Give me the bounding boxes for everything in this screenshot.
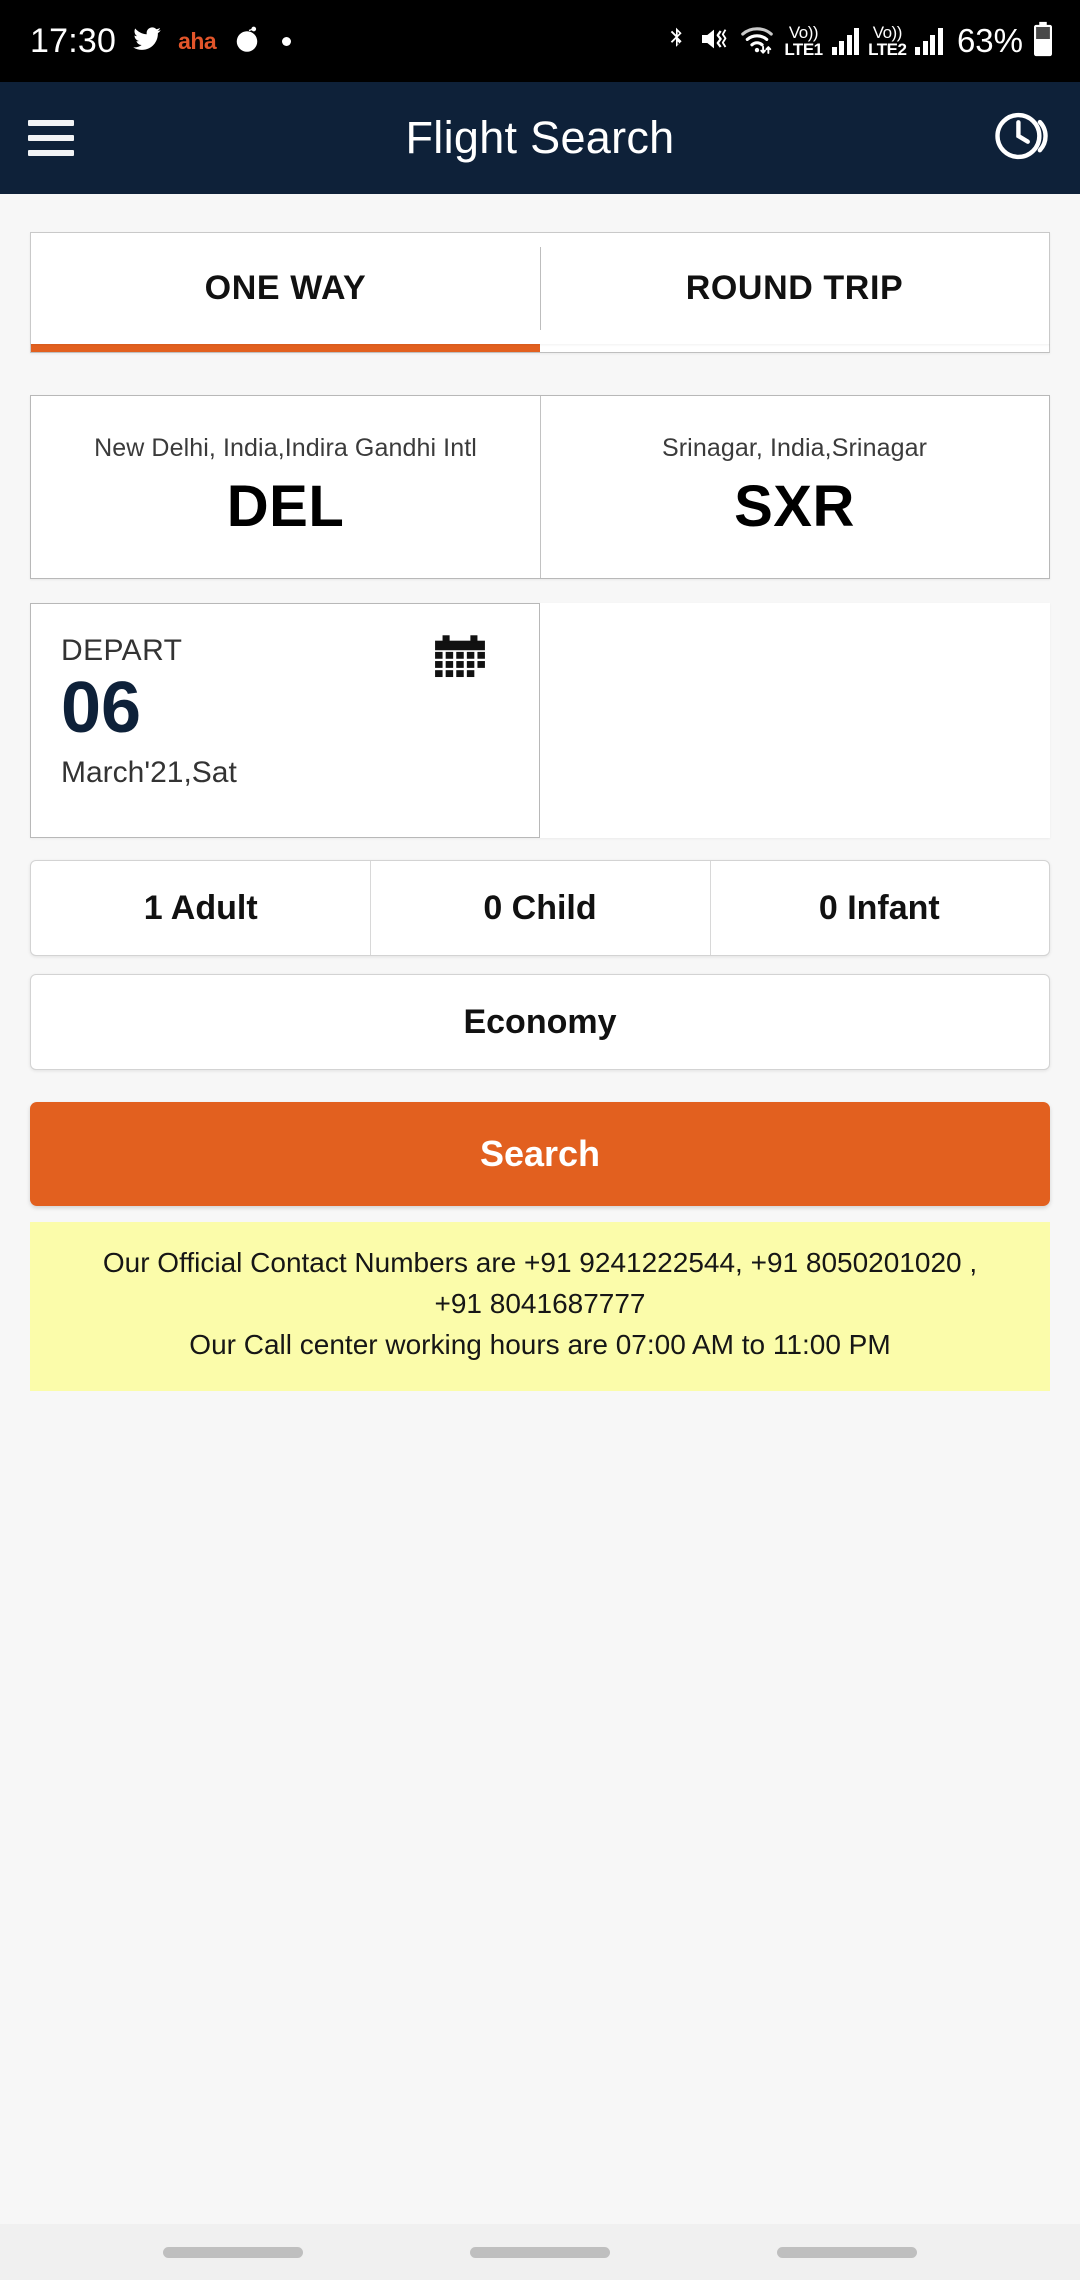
battery-icon xyxy=(1032,21,1054,62)
reddit-icon xyxy=(230,24,264,59)
infant-count-selector[interactable]: 0 Infant xyxy=(709,861,1049,955)
return-date-selector xyxy=(540,603,1050,838)
status-bar-right: Vo)) LTE1 Vo)) LTE2 63% xyxy=(663,21,1054,62)
phone-screen: 17:30 aha Vo)) LTE1 Vo)) LTE2 63% Flight… xyxy=(0,0,1080,2280)
tab-active-indicator xyxy=(31,344,540,352)
recents-pill[interactable] xyxy=(163,2246,304,2258)
date-selector-row: DEPART 06 March'21,Sat xyxy=(30,603,1050,838)
booking-history-clock-icon[interactable] xyxy=(990,105,1052,172)
origin-airport-selector[interactable]: New Delhi, India,Indira Gandhi Intl DEL xyxy=(31,396,540,578)
trip-type-tabs: ONE WAY ROUND TRIP xyxy=(30,232,1050,344)
travel-class-selector[interactable]: Economy xyxy=(30,974,1050,1070)
signal-sim1-icon xyxy=(831,27,860,55)
tab-round-trip[interactable]: ROUND TRIP xyxy=(540,233,1049,344)
notification-dot xyxy=(282,36,292,46)
page-title: Flight Search xyxy=(405,112,675,163)
search-button[interactable]: Search xyxy=(30,1102,1050,1206)
notice-line-2: +91 8041687777 xyxy=(434,1288,646,1320)
app-bar: Flight Search xyxy=(0,82,1080,194)
signal-sim2-icon xyxy=(915,27,943,55)
notice-line-3: Our Call center working hours are 07:00 … xyxy=(189,1329,891,1361)
destination-airport-code: SXR xyxy=(734,474,855,539)
tab-underline-row xyxy=(30,344,1050,353)
twitter-icon xyxy=(130,24,164,59)
vibrate-mute-icon xyxy=(698,23,730,60)
status-bar-left: 17:30 aha xyxy=(30,21,292,61)
calendar-icon xyxy=(433,634,487,691)
hamburger-menu-icon[interactable] xyxy=(28,114,74,162)
volte-sim1-icon: Vo)) LTE1 xyxy=(784,23,823,59)
system-navigation-bar xyxy=(0,2224,1080,2280)
child-count-selector[interactable]: 0 Child xyxy=(370,861,709,955)
destination-airport-city: Srinagar, India,Srinagar xyxy=(661,434,928,462)
back-pill[interactable] xyxy=(776,2246,917,2258)
origin-airport-code: DEL xyxy=(226,474,345,539)
adult-count-selector[interactable]: 1 Adult xyxy=(31,861,370,955)
origin-airport-city: New Delhi, India,Indira Gandhi Intl xyxy=(94,434,477,462)
contact-notice-banner: Our Official Contact Numbers are +91 924… xyxy=(30,1222,1050,1392)
notice-line-1: Our Official Contact Numbers are +91 924… xyxy=(102,1247,978,1278)
home-pill[interactable] xyxy=(469,2246,610,2258)
passenger-selector-row: 1 Adult 0 Child 0 Infant xyxy=(30,860,1050,956)
aha-app-icon: aha xyxy=(178,27,217,54)
depart-month-weekday: March'21,Sat xyxy=(61,755,237,789)
status-clock: 17:30 xyxy=(30,21,117,60)
wifi-icon xyxy=(739,23,775,60)
search-form-body: ONE WAY ROUND TRIP New Delhi, India,Indi… xyxy=(0,194,1080,2224)
status-bar: 17:30 aha Vo)) LTE1 Vo)) LTE2 63% xyxy=(0,0,1080,82)
depart-date-selector[interactable]: DEPART 06 March'21,Sat xyxy=(30,603,540,838)
tab-inactive-indicator xyxy=(540,344,1049,352)
volte-sim2-icon: Vo)) LTE2 xyxy=(868,23,907,59)
airport-selector-row: New Delhi, India,Indira Gandhi Intl DEL … xyxy=(30,395,1050,579)
tab-one-way[interactable]: ONE WAY xyxy=(31,233,540,344)
battery-percent-label: 63% xyxy=(956,22,1023,59)
bluetooth-icon xyxy=(663,22,689,61)
destination-airport-selector[interactable]: Srinagar, India,Srinagar SXR xyxy=(540,396,1049,578)
